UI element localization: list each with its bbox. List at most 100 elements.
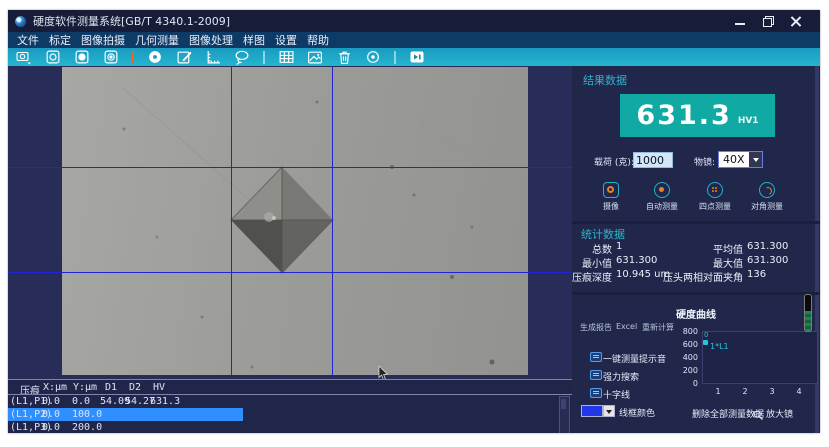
menu-geometry-measure[interactable]: 几何测量 [135, 32, 179, 48]
stat-value-min: 631.300 [616, 255, 658, 266]
stats-row: 最小值 631.300 最大值 631.300 [572, 255, 820, 270]
stat-label-total: 总数 [592, 245, 612, 256]
point-marker-icon[interactable] [147, 49, 163, 65]
auto-measure-label: 自动测量 [646, 202, 678, 211]
option-crosshair-label: 十字线 [603, 391, 631, 401]
menu-bar: 文件 标定 图像拍摄 几何测量 图像处理 样图 设置 帮助 [8, 32, 820, 48]
record-icon[interactable] [365, 49, 381, 65]
close-icon[interactable] [790, 15, 802, 27]
cell-y: 0.0 [72, 396, 91, 407]
line-color-swatch[interactable] [581, 405, 603, 417]
stat-value-average: 631.300 [747, 241, 789, 252]
level-indicator-fill [805, 311, 811, 331]
section-divider [572, 221, 820, 224]
results-section-title: 结果数据 [583, 74, 627, 87]
data-point-marker [703, 340, 708, 345]
toolbar-separator [132, 50, 134, 64]
menu-calibration[interactable]: 标定 [49, 32, 71, 48]
four-point-measure-label: 四点测量 [699, 202, 731, 211]
chevron-down-icon[interactable] [749, 152, 762, 167]
monitor-icon [590, 352, 602, 362]
vickers-indentation [121, 76, 523, 369]
line-color-dropdown-arrow-icon[interactable] [603, 405, 615, 417]
table-header-divider [8, 394, 572, 395]
diagonal-measure-label: 对角测量 [751, 202, 783, 211]
cell-y: 100.0 [72, 409, 103, 420]
capture-filled-icon[interactable] [74, 49, 90, 65]
table-row[interactable]: (L1,P3) 0.0 200.0 [8, 422, 572, 433]
screen: { "colors": { "accent_teal": "#10a9a4", … [0, 0, 829, 447]
table-row-selected[interactable]: (L1,P2) 0.0 100.0 [8, 408, 572, 422]
measure-line-vertical-left [231, 67, 232, 375]
data-point-label: 1*L1 [710, 342, 729, 351]
measure-line-horizontal-bottom [8, 272, 572, 273]
excel-export-button[interactable]: Excel [616, 322, 637, 331]
section-divider [572, 292, 820, 295]
play-next-icon[interactable] [409, 49, 425, 65]
stats-row: 总数 1 平均值 631.300 [572, 241, 820, 256]
table-scrollbar[interactable] [559, 396, 570, 433]
menu-image-process[interactable]: 图像处理 [189, 32, 233, 48]
camera-button-label: 摄像 [603, 202, 619, 211]
objective-select[interactable]: 40X [718, 151, 763, 168]
x-tick-2: 2 [742, 387, 748, 396]
menu-help[interactable]: 帮助 [307, 32, 329, 48]
stat-value-total: 1 [616, 241, 623, 252]
stat-label-max: 最大值 [713, 259, 743, 270]
magnifier-button[interactable]: 放大镜 [753, 406, 813, 420]
minimize-icon[interactable] [734, 15, 746, 27]
menu-file[interactable]: 文件 [17, 32, 39, 48]
level-indicator[interactable] [804, 294, 812, 332]
title-bar: 硬度软件测量系统[GB/T 4340.1-2009] [8, 10, 820, 32]
camera-button[interactable]: 摄像 [587, 182, 635, 212]
grid-table-icon[interactable] [278, 49, 294, 65]
toolbar-separator [263, 50, 265, 64]
stat-label-average: 平均值 [713, 245, 743, 256]
window-title: 硬度软件测量系统[GB/T 4340.1-2009] [33, 15, 231, 28]
capture-target-icon[interactable] [103, 49, 119, 65]
cell-y: 200.0 [72, 422, 103, 433]
level-indicator-empty [805, 295, 811, 311]
lasso-icon[interactable] [234, 49, 250, 65]
y-tick-800: 800 [682, 327, 698, 336]
hardness-curve-plot [702, 331, 818, 384]
col-header-hv: HV [153, 382, 166, 393]
capture-frame-icon[interactable] [45, 49, 61, 65]
microscope-image [62, 67, 528, 375]
camera-mode-icon[interactable] [16, 49, 32, 65]
diagonal-measure-button[interactable]: 对角测量 [743, 182, 791, 212]
data-point-annotation: 0 [704, 331, 709, 339]
stat-value-indenter-angle: 136 [747, 269, 767, 280]
hardness-unit: HV1 [737, 115, 759, 126]
stats-row: 压痕深度 10.945 um 压头两相对面夹角 136 [572, 269, 820, 284]
x-tick-4: 4 [796, 387, 802, 396]
ruler-icon[interactable] [205, 49, 221, 65]
trash-icon[interactable] [336, 49, 352, 65]
y-tick-400: 400 [682, 353, 698, 362]
stat-label-depth: 压痕深度 [572, 273, 612, 284]
generate-report-button[interactable]: 生成报告 [580, 322, 612, 333]
image-icon[interactable] [307, 49, 323, 65]
camera-capture-icon [603, 182, 619, 198]
app-window: 硬度软件测量系统[GB/T 4340.1-2009] 文件 标定 图像拍摄 几何… [8, 10, 820, 433]
measurement-table: 压痕 X:μm Y:μm D1 D2 HV (L1,P1) 0.0 0.0 54… [8, 379, 572, 433]
four-point-measure-button[interactable]: 四点测量 [691, 182, 739, 212]
microscope-viewer[interactable] [8, 66, 572, 381]
right-panel: 结果数据 631.3 HV1 载荷 (克): 物镜: 40X 摄像 自动测量 四… [572, 66, 820, 433]
load-input[interactable] [633, 152, 673, 168]
menu-sample-image[interactable]: 样图 [243, 32, 265, 48]
table-scrollbar-thumb[interactable] [561, 399, 566, 409]
y-tick-0: 0 [692, 379, 698, 388]
restore-icon[interactable] [762, 15, 774, 27]
objective-label: 物镜: [694, 158, 716, 168]
col-header-d2: D2 [129, 382, 142, 393]
recalculate-button[interactable]: 重新计算 [642, 322, 674, 333]
cell-hv: 631.3 [150, 396, 181, 407]
edit-note-icon[interactable] [176, 49, 192, 65]
line-color-label: 线框颜色 [619, 409, 656, 419]
menu-settings[interactable]: 设置 [275, 32, 297, 48]
auto-measure-button[interactable]: 自动测量 [638, 182, 686, 212]
menu-image-capture[interactable]: 图像拍摄 [81, 32, 125, 48]
stat-value-max: 631.300 [747, 255, 789, 266]
four-point-measure-icon [707, 182, 723, 198]
